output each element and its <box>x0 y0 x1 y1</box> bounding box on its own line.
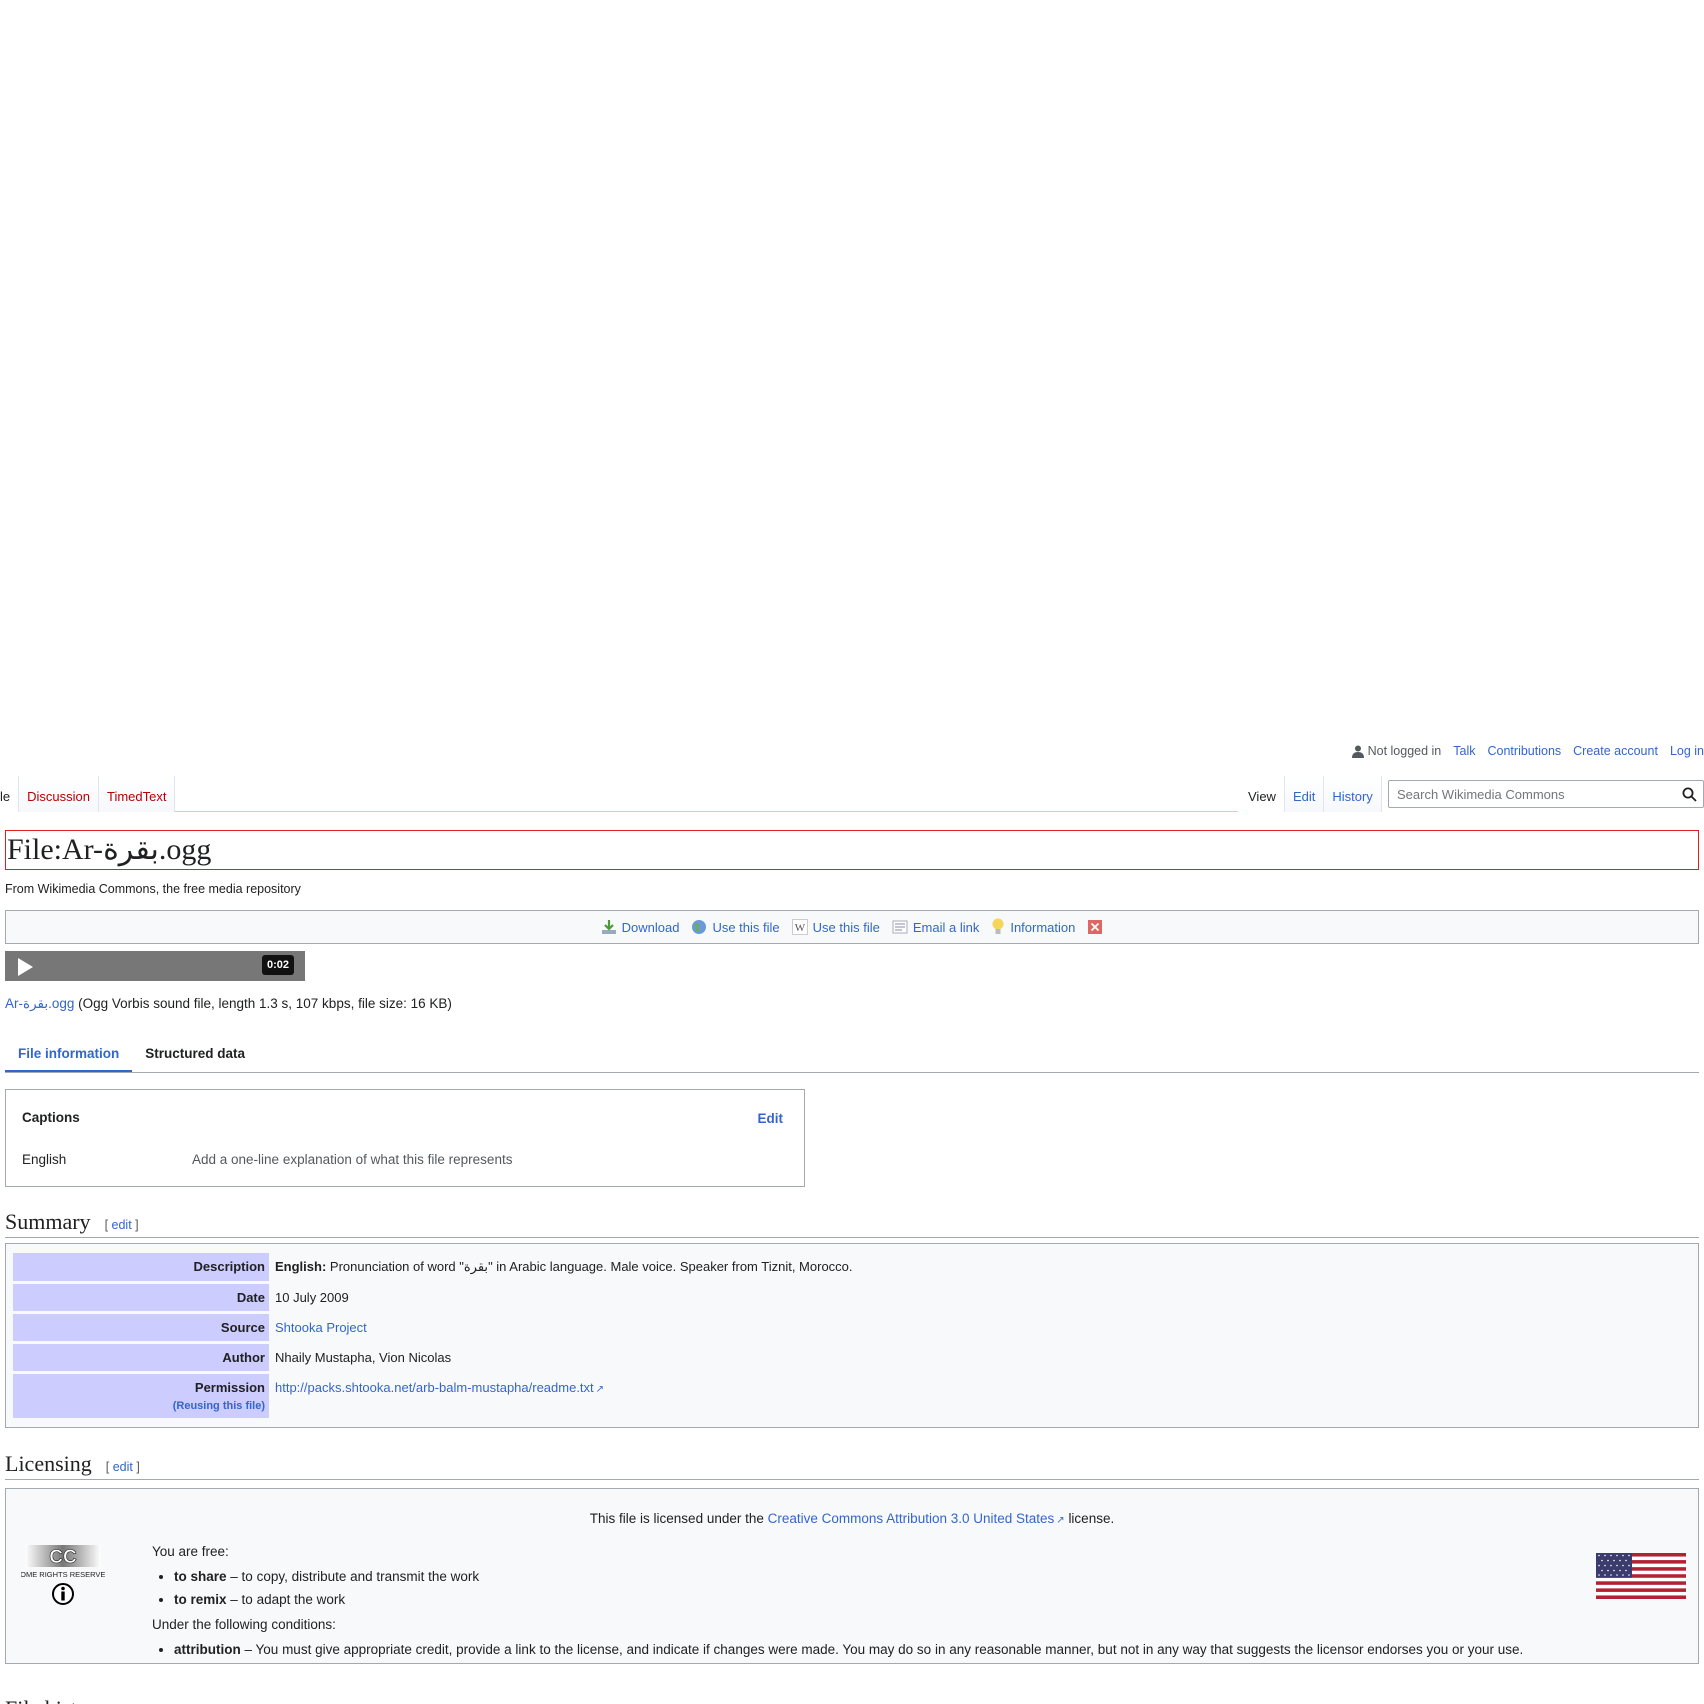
user-status: Not logged in <box>1351 744 1442 758</box>
page-title: File:Ar-بقرة.ogg <box>5 830 1699 870</box>
summary-heading: Summary [ edit ] <box>5 1210 1699 1238</box>
license-intro: This file is licensed under the Creative… <box>6 1511 1698 1526</box>
captions-heading: Captions <box>22 1110 80 1125</box>
file-tabs: File information Structured data <box>5 1042 1699 1073</box>
tab-discussion[interactable]: Discussion <box>19 776 99 812</box>
summary-edit-link[interactable]: edit <box>112 1218 132 1232</box>
reusing-link[interactable]: (Reusing this file) <box>17 1400 265 1412</box>
log-in-link[interactable]: Log in <box>1670 744 1704 758</box>
license-terms: You are free: to share – to copy, distri… <box>152 1540 1523 1663</box>
captions-panel: Captions Edit English Add a one-line exp… <box>5 1089 805 1187</box>
email-icon <box>892 920 908 934</box>
date-value: 10 July 2009 <box>275 1290 349 1305</box>
file-action-bar: Download Use this file W Use this file E… <box>5 910 1699 944</box>
globe-icon <box>692 920 707 934</box>
tab-structured-data[interactable]: Structured data <box>132 1042 258 1072</box>
file-meta: (Ogg Vorbis sound file, length 1.3 s, 10… <box>78 996 452 1011</box>
contributions-link[interactable]: Contributions <box>1488 744 1562 758</box>
table-row: Date 10 July 2009 <box>13 1284 1692 1311</box>
permission-value: http://packs.shtooka.net/arb-balm-mustap… <box>269 1374 1692 1418</box>
tab-history[interactable]: History <box>1324 776 1382 812</box>
search-input[interactable] <box>1395 785 1682 803</box>
conditions-heading: Under the following conditions: <box>152 1617 336 1632</box>
summary-edit-section: [ edit ] <box>104 1218 139 1232</box>
play-icon[interactable] <box>18 958 33 976</box>
licensing-title: Licensing <box>5 1451 92 1476</box>
licensing-heading: Licensing [ edit ] <box>5 1452 1699 1480</box>
information-table: Description English: Pronunciation of wo… <box>5 1243 1699 1428</box>
author-value: Nhaily Mustapha, Vion Nicolas <box>275 1350 452 1365</box>
main-content: File:Ar-بقرة.ogg From Wikimedia Commons,… <box>5 830 1699 1664</box>
svg-text:W: W <box>794 922 805 934</box>
permission-label: Permission (Reusing this file) <box>13 1374 269 1418</box>
search-box <box>1388 780 1704 808</box>
tab-timedtext[interactable]: TimedText <box>98 776 176 812</box>
caption-placeholder[interactable]: Add a one-line explanation of what this … <box>192 1152 512 1167</box>
svg-text:CC: CC <box>49 1547 77 1568</box>
tab-view[interactable]: View <box>1240 776 1285 812</box>
download-action[interactable]: Download <box>601 919 679 935</box>
download-icon <box>601 920 616 934</box>
license-box: This file is licensed under the Creative… <box>5 1488 1699 1664</box>
table-row: Description English: Pronunciation of wo… <box>13 1253 1692 1281</box>
create-account-link[interactable]: Create account <box>1573 744 1658 758</box>
file-history-heading: File history <box>5 1696 106 1704</box>
talk-link[interactable]: Talk <box>1453 744 1475 758</box>
permission-link[interactable]: http://packs.shtooka.net/arb-balm-mustap… <box>275 1380 604 1395</box>
table-row: Source Shtooka Project <box>13 1314 1692 1341</box>
close-icon <box>1088 920 1103 934</box>
tab-file[interactable]: le <box>0 776 20 812</box>
source-label: Source <box>13 1314 269 1341</box>
audio-player[interactable]: 0:02 <box>5 951 305 981</box>
tab-file-information[interactable]: File information <box>5 1042 133 1072</box>
site-tagline: From Wikimedia Commons, the free media r… <box>5 882 301 896</box>
use-file-web-action[interactable]: Use this file <box>691 919 780 935</box>
licensing-edit-link[interactable]: edit <box>113 1460 133 1474</box>
cc-logo-text: SOME RIGHTS RESERVED <box>21 1570 105 1579</box>
search-icon[interactable] <box>1682 787 1697 802</box>
not-logged-in-label: Not logged in <box>1367 744 1442 758</box>
caption-language: English <box>22 1152 67 1167</box>
author-label: Author <box>13 1344 269 1371</box>
email-link-action[interactable]: Email a link <box>892 919 979 935</box>
use-file-wiki-action[interactable]: W Use this file <box>791 919 880 935</box>
summary-title: Summary <box>5 1209 91 1234</box>
us-flag-icon <box>1596 1553 1686 1602</box>
description-label: Description <box>13 1253 269 1281</box>
tabbar-divider <box>0 811 1238 812</box>
table-row: Permission (Reusing this file) http://pa… <box>13 1374 1692 1418</box>
information-action[interactable]: Information <box>991 918 1075 936</box>
table-row: Author Nhaily Mustapha, Vion Nicolas <box>13 1344 1692 1371</box>
duration-badge: 0:02 <box>261 955 294 975</box>
tab-edit[interactable]: Edit <box>1284 776 1325 812</box>
free-heading: You are free: <box>152 1544 229 1559</box>
description-value: English: Pronunciation of word "بقرة" in… <box>275 1259 853 1274</box>
date-label: Date <box>13 1284 269 1311</box>
close-action[interactable] <box>1087 919 1103 935</box>
license-link[interactable]: Creative Commons Attribution 3.0 United … <box>768 1511 1065 1526</box>
wikipedia-icon: W <box>791 919 808 935</box>
cc-logo: CC SOME RIGHTS RESERVED <box>15 1545 111 1610</box>
list-item: attribution – You must give appropriate … <box>174 1638 1523 1661</box>
file-link[interactable]: Ar-بقرة.ogg <box>5 996 74 1011</box>
list-item: to share – to copy, distribute and trans… <box>174 1565 1523 1588</box>
list-item: to remix – to adapt the work <box>174 1588 1523 1611</box>
personal-tools: Not logged in Talk Contributions Create … <box>1351 742 1704 760</box>
source-link[interactable]: Shtooka Project <box>275 1320 367 1335</box>
licensing-edit-section: [ edit ] <box>105 1460 140 1474</box>
page-tabs: le Discussion TimedText View Edit Histor… <box>0 776 1704 812</box>
lightbulb-icon <box>992 918 1004 934</box>
user-icon <box>1351 745 1364 758</box>
captions-edit-button[interactable]: Edit <box>758 1111 784 1126</box>
source-value: Shtooka Project <box>269 1314 1692 1341</box>
file-info-line: Ar-بقرة.ogg (Ogg Vorbis sound file, leng… <box>5 996 1699 1012</box>
